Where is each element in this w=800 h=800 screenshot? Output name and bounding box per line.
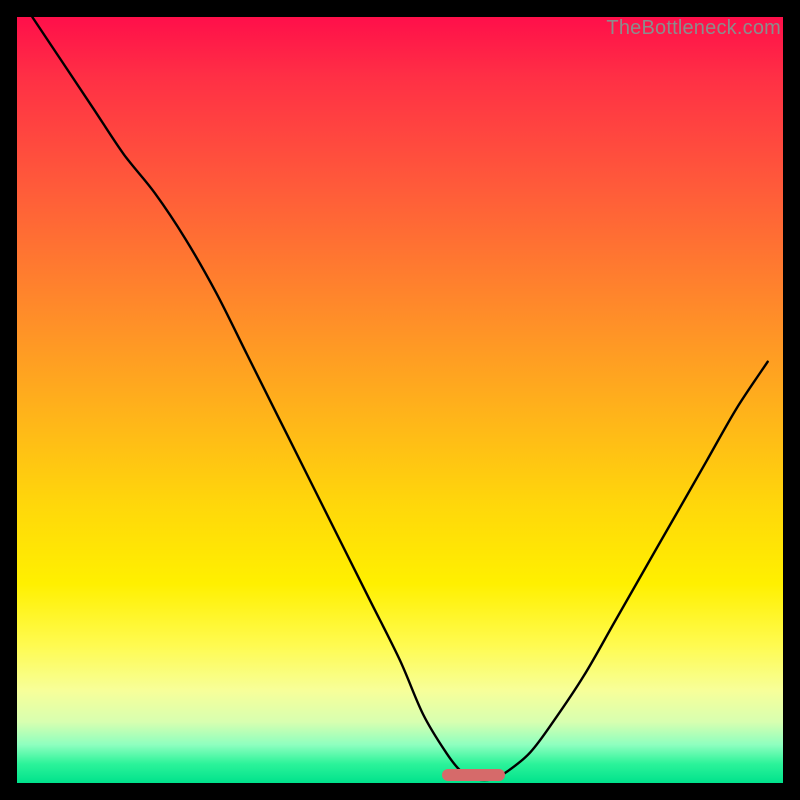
bottleneck-curve	[17, 17, 783, 783]
optimal-marker	[442, 769, 505, 781]
plot-area: TheBottleneck.com	[17, 17, 783, 783]
chart-frame: TheBottleneck.com	[0, 0, 800, 800]
